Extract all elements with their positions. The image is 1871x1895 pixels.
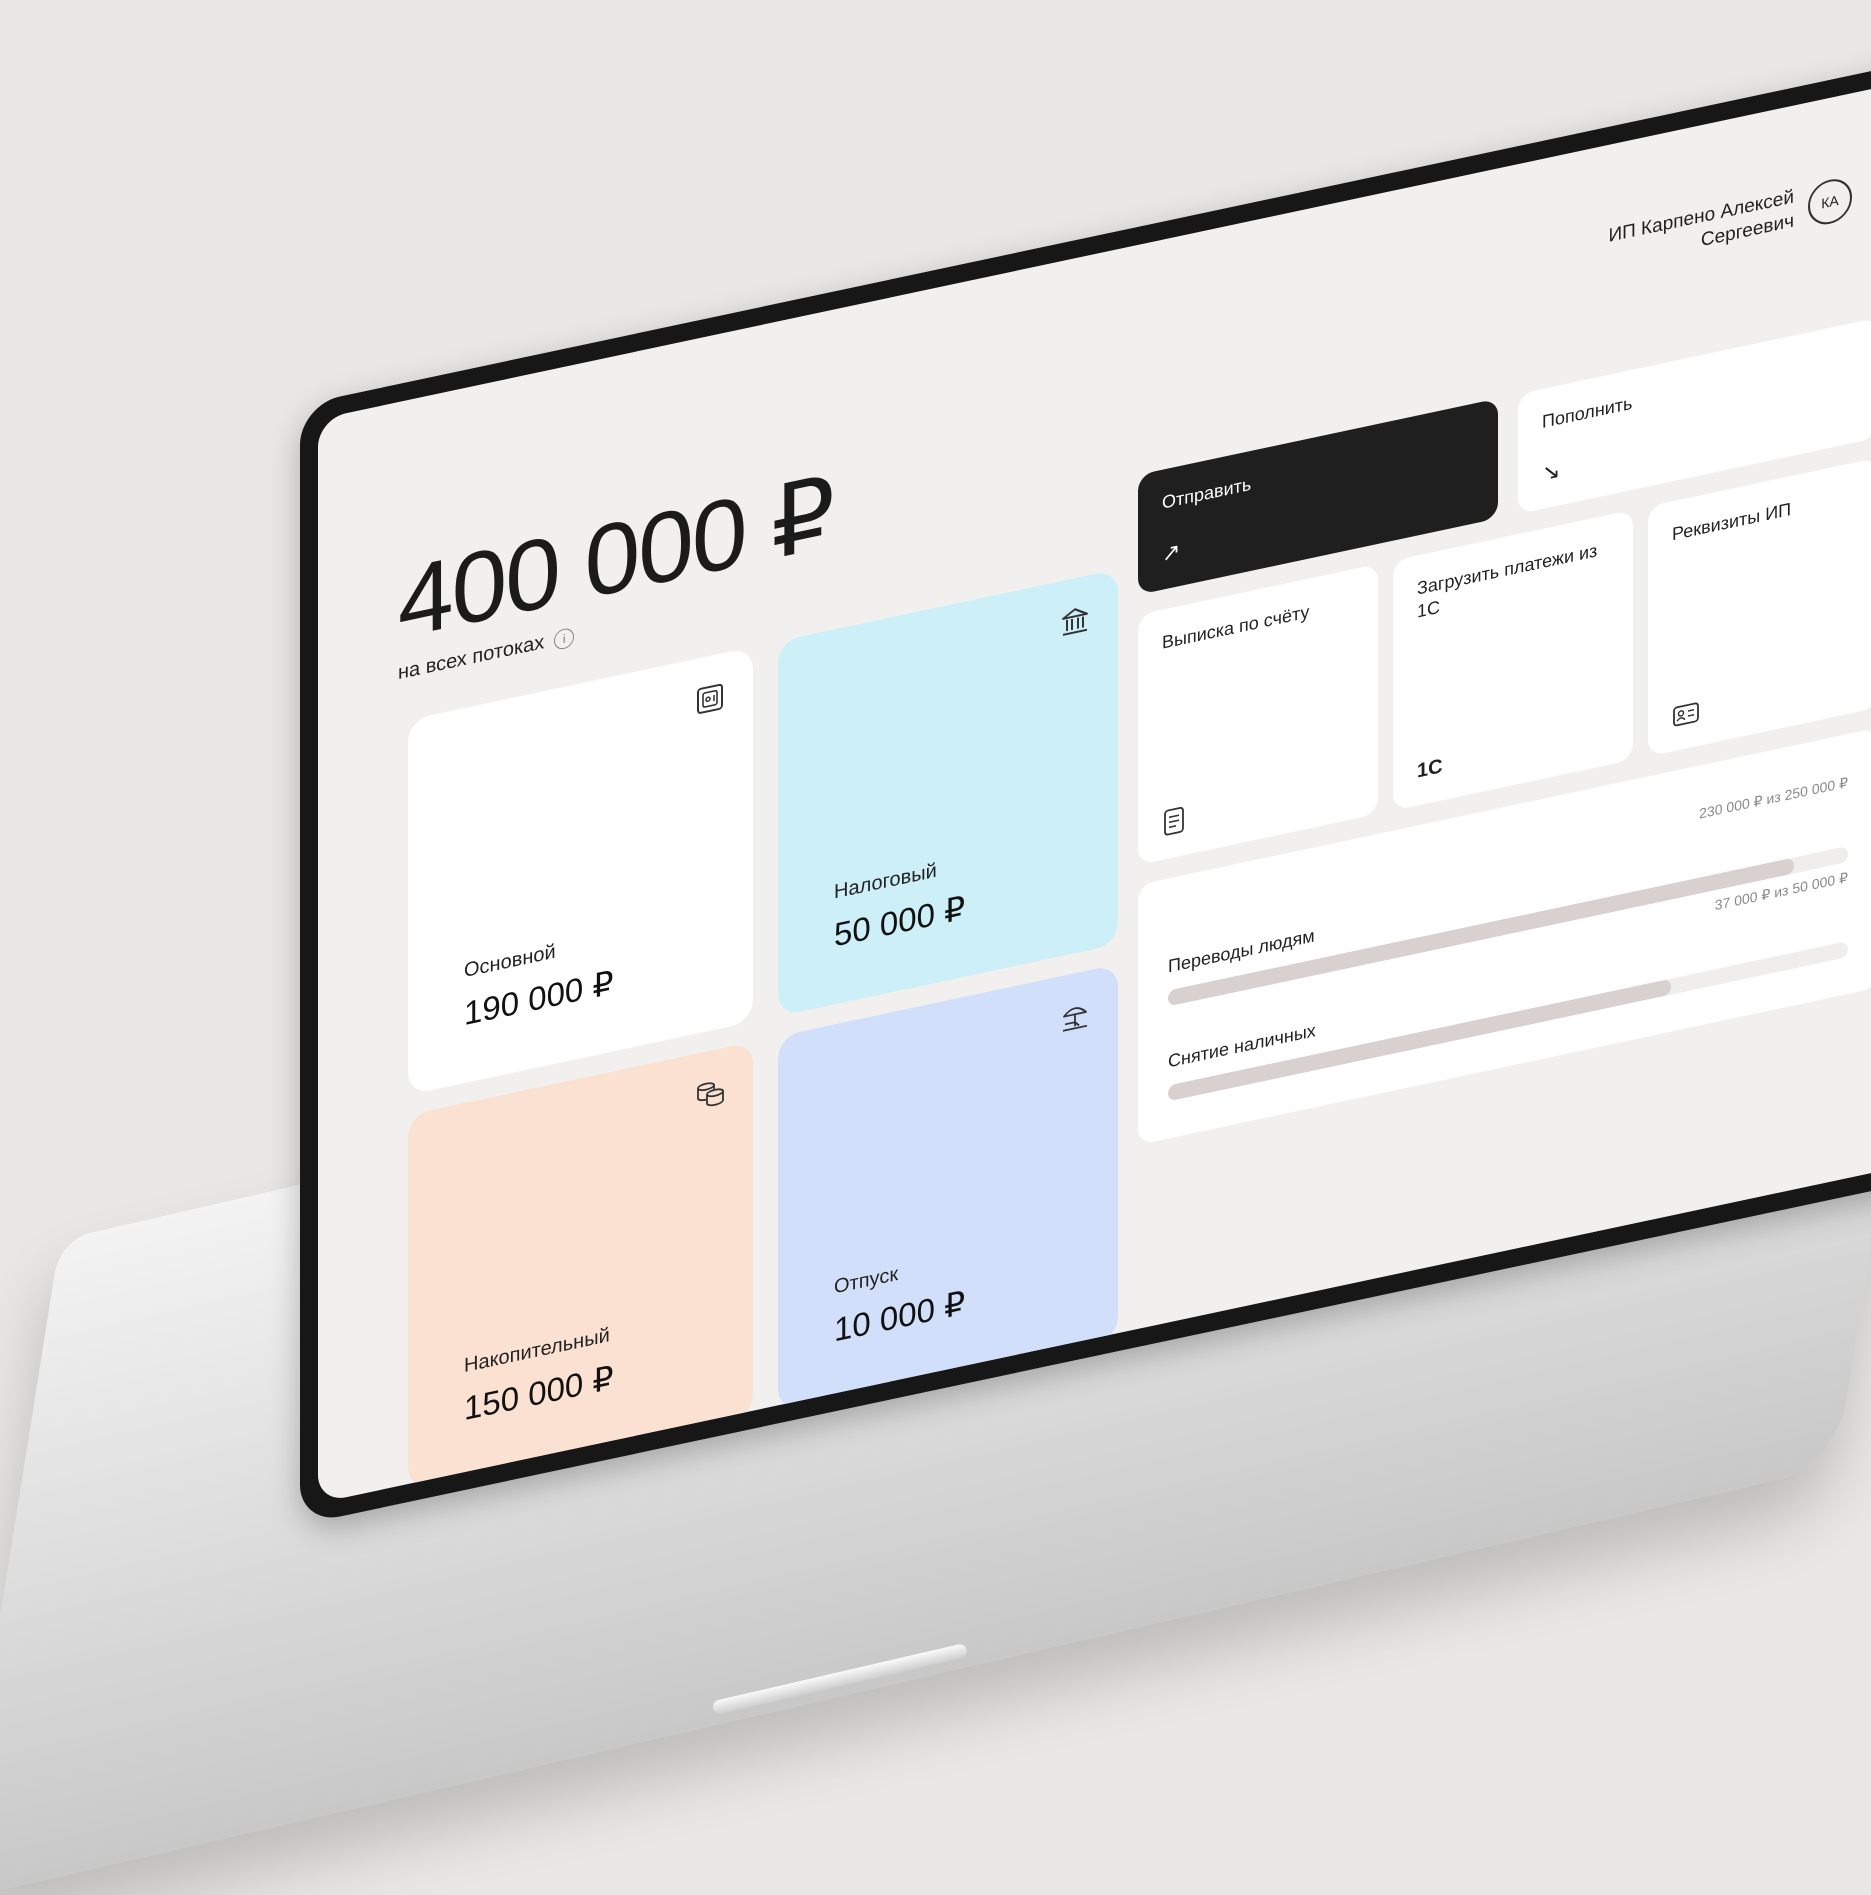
requisites-label: Реквизиты ИП [1672, 499, 1792, 545]
info-icon[interactable]: i [554, 626, 575, 651]
import-1c-button[interactable]: Загрузить платежи из 1С 1С [1393, 509, 1633, 811]
limit-value: 230 000 ₽ из 250 000 ₽ [1699, 773, 1848, 822]
import-1c-label: Загрузить платежи из 1С [1417, 540, 1598, 622]
account-card-main[interactable]: Основной 190 000 ₽ [408, 646, 753, 1096]
account-card-vacation[interactable]: Отпуск 10 000 ₽ [778, 964, 1118, 1412]
account-card-savings[interactable]: Накопительный 150 000 ₽ [408, 1041, 753, 1491]
laptop-scene: ИП Карпено Алексей Сергеевич КА 400 000 … [0, 0, 1871, 1895]
limit-progress-track [1168, 845, 1848, 1007]
arrow-down-right-icon: ↘ [1542, 457, 1561, 487]
bank-icon [1058, 601, 1092, 642]
topup-label: Пополнить [1542, 392, 1633, 433]
arrow-up-right-icon: ↗ [1162, 537, 1181, 567]
statement-label: Выписка по счёту [1162, 601, 1310, 653]
coins-icon [693, 1073, 727, 1114]
account-card-tax[interactable]: Налоговый 50 000 ₽ [778, 569, 1118, 1017]
safe-icon [693, 678, 727, 719]
user-name: ИП Карпено Алексей Сергеевич [1554, 185, 1794, 284]
avatar[interactable]: КА [1808, 175, 1852, 229]
statement-button[interactable]: Выписка по счёту [1138, 563, 1378, 865]
send-label: Отправить [1162, 473, 1252, 513]
account-label: Отпуск [834, 1262, 899, 1299]
id-card-icon [1672, 699, 1700, 729]
document-icon [1162, 805, 1186, 838]
total-balance: 400 000 ₽ на всех потоках i [398, 456, 833, 685]
user-profile[interactable]: ИП Карпено Алексей Сергеевич КА [1554, 173, 1852, 284]
beach-umbrella-icon [1058, 996, 1092, 1037]
1c-icon: 1С [1417, 755, 1443, 783]
requisites-button[interactable]: Реквизиты ИП [1648, 457, 1871, 757]
limit-progress-track [1168, 940, 1848, 1102]
